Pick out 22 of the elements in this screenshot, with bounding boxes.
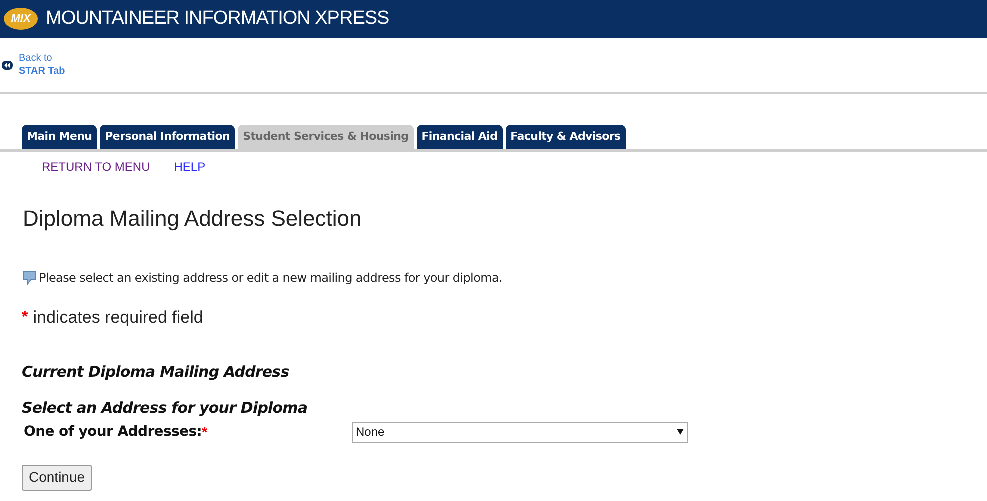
menu-link[interactable]: HELP (174, 158, 206, 176)
menu-link[interactable]: RETURN TO MENU (42, 158, 150, 176)
section-heading: Current Diploma Mailing Address (22, 362, 290, 382)
field-label: One of your Addresses: (24, 422, 202, 442)
required-mark: * (202, 422, 208, 442)
address-select[interactable]: None (352, 422, 688, 442)
info-text: Please select an existing address or edit a new mailing address for your diploma. (39, 270, 503, 287)
section-heading: Select an Address for your Diploma (22, 398, 309, 419)
page-title: Diploma Mailing Address Selection (23, 205, 363, 233)
dropdown-arrow-icon (677, 429, 684, 435)
speech-bubble-icon (23, 271, 37, 285)
nav-tab[interactable]: Faculty & Advisors (506, 125, 626, 149)
logo: MIX (4, 8, 38, 30)
back-link[interactable]: Back to STAR Tab (19, 52, 66, 78)
nav-tab[interactable]: Personal Information (100, 125, 236, 149)
nav-tab[interactable]: Main Menu (22, 125, 98, 149)
required-note: indicates required field (33, 307, 204, 329)
nav-tab[interactable]: Financial Aid (416, 125, 503, 149)
required-mark: * (22, 308, 28, 328)
nav-tab[interactable]: Student Services & Housing (238, 125, 414, 149)
site-title: MOUNTAINEER INFORMATION XPRESS (46, 6, 390, 31)
continue-button[interactable]: Continue (22, 464, 92, 490)
